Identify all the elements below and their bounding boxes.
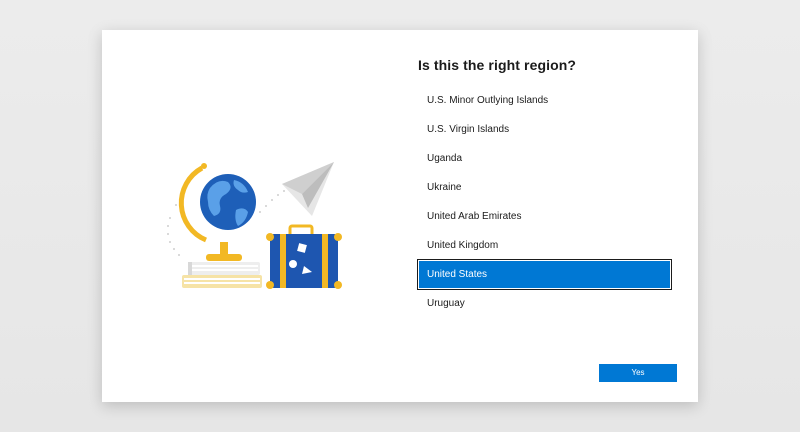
region-item-us-minor-outlying-islands[interactable]: U.S. Minor Outlying Islands	[418, 86, 671, 115]
globe-icon	[178, 163, 256, 261]
region-list[interactable]: U.S. Minor Outlying Islands U.S. Virgin …	[417, 86, 672, 318]
region-item-united-kingdom[interactable]: United Kingdom	[418, 231, 671, 260]
yes-button[interactable]: Yes	[599, 364, 677, 382]
region-item-united-states[interactable]: United States	[417, 259, 672, 290]
region-item-ukraine[interactable]: Ukraine	[418, 173, 671, 202]
oobe-background: Is this the right region? U.S. Minor Out…	[0, 0, 800, 432]
region-illustration	[167, 162, 342, 289]
region-dialog: Is this the right region? U.S. Minor Out…	[102, 30, 698, 402]
page-title: Is this the right region?	[418, 57, 577, 73]
suitcase-icon	[266, 224, 342, 289]
books-icon	[182, 262, 262, 288]
region-item-uruguay[interactable]: Uruguay	[418, 289, 671, 318]
region-item-uganda[interactable]: Uganda	[418, 144, 671, 173]
region-item-us-virgin-islands[interactable]: U.S. Virgin Islands	[418, 115, 671, 144]
region-item-united-arab-emirates[interactable]: United Arab Emirates	[418, 202, 671, 231]
paper-plane-icon	[282, 162, 334, 216]
